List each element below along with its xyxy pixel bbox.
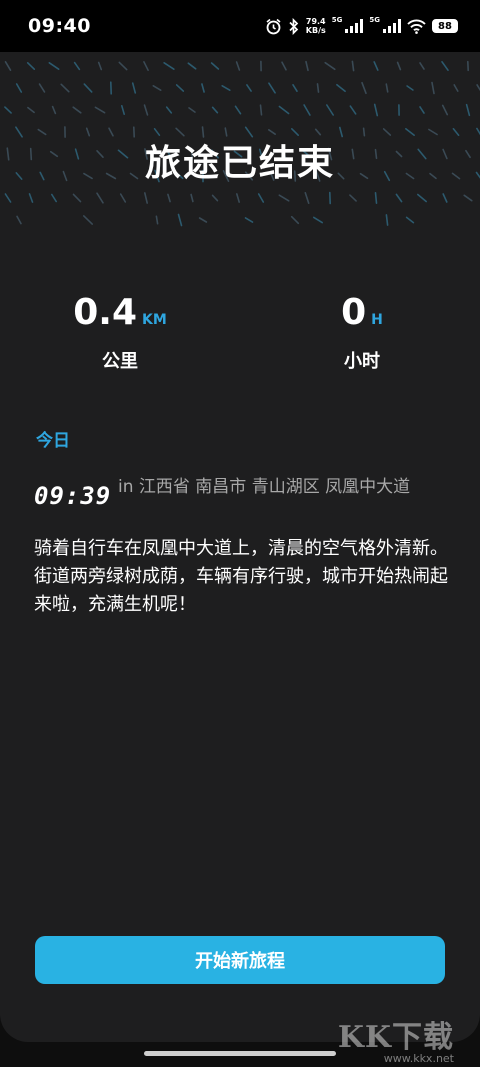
battery-icon: 88 — [432, 19, 458, 33]
net-speed-value: 79.4 — [305, 17, 326, 26]
duration-unit: H — [371, 312, 383, 328]
status-bar: 09:40 79.4 KB/s 5G 5G 88 — [0, 0, 480, 52]
distance-label: 公里 — [102, 351, 138, 372]
distance-value: 0.4 — [73, 292, 137, 333]
stat-distance: 0.4 KM 公里 — [40, 292, 200, 373]
bluetooth-icon — [288, 17, 300, 35]
net-speed-unit: KB/s — [305, 26, 326, 35]
distance-unit: KM — [142, 312, 167, 328]
page-title: 旅途已结束 — [144, 143, 335, 184]
signal-icon — [345, 19, 364, 33]
status-icons: 79.4 KB/s 5G 5G 88 — [265, 16, 458, 35]
watermark: KK下载 www.kkx.net — [338, 1012, 454, 1065]
sim2-network-type: 5G — [369, 16, 380, 24]
net-speed: 79.4 KB/s — [306, 17, 326, 35]
alarm-icon — [265, 18, 282, 35]
journey-summary-card: 旅途已结束 0.4 KM 公里 0H 小时 今日 09:39 in 江西省 南昌市… — [0, 52, 480, 1042]
section-label-today: 今日 — [36, 431, 70, 451]
status-time: 09:40 — [28, 15, 91, 37]
watermark-logo: KK下载 — [337, 1020, 454, 1055]
entry-location: in 江西省 南昌市 青山湖区 凤凰中大道 — [118, 477, 411, 497]
home-indicator[interactable] — [144, 1051, 336, 1056]
entry-text: 骑着自行车在凤凰中大道上，清晨的空气格外清新。街道两旁绿树成荫，车辆有序行驶，城… — [34, 538, 448, 615]
wifi-icon — [407, 19, 426, 34]
sim1-network-type: 5G — [331, 16, 343, 24]
start-new-journey-button[interactable]: 开始新旅程 — [35, 936, 445, 984]
stat-duration: 0H 小时 — [282, 292, 442, 373]
signal-icon — [383, 19, 401, 33]
duration-label: 小时 — [344, 351, 380, 372]
entry-time: 09:39 — [34, 482, 112, 510]
duration-value: 0 — [341, 292, 367, 333]
